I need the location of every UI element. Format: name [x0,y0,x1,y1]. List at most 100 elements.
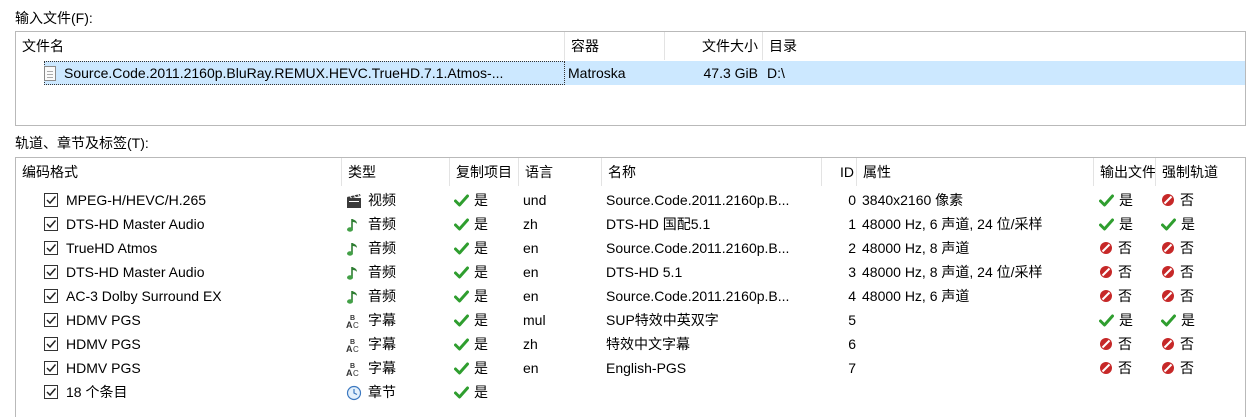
track-row[interactable]: MPEG-H/HEVC/H.265 视频 是 und Source.Code.2011.… [16,188,1245,212]
track-checkbox[interactable] [44,385,58,400]
track-type: 音频 [368,216,396,232]
track-name: Source.Code.2011.2160p.B... [606,192,790,208]
track-forced: 否 [1180,336,1194,352]
input-files-header: 文件名 容器 文件大小 目录 [16,32,1245,60]
track-forced-cell: 是 [1161,308,1245,332]
track-checkbox[interactable] [44,313,58,328]
track-codec: AC-3 Dolby Surround EX [66,288,222,304]
no-entry-icon [1161,241,1180,255]
column-header-type[interactable]: 类型 [342,158,450,186]
track-default: 是 [1119,216,1133,232]
track-type-cell: B A C 字幕 [346,356,450,380]
check-yes-icon [454,194,474,207]
no-entry-icon [1099,265,1118,279]
column-header-forced[interactable]: 强制轨道 [1156,158,1245,186]
track-id: 1 [848,216,856,232]
track-codec: DTS-HD Master Audio [66,264,205,280]
track-row[interactable]: AC-3 Dolby Surround EX 音频 是 en Source.Code.2… [16,284,1245,308]
column-header-directory[interactable]: 目录 [763,32,1245,60]
track-checkbox[interactable] [44,241,58,256]
track-forced: 是 [1181,216,1195,232]
track-default: 否 [1118,336,1132,352]
file-size: 47.3 GiB [703,65,758,81]
track-id: 0 [848,192,856,208]
subtitle-icon: BAC [346,312,362,330]
track-row[interactable]: HDMV PGS B A C 字幕 是 zh 特效中文字幕 6 否 否 [16,332,1245,356]
track-name: English-PGS [606,360,687,376]
svg-text:C: C [353,369,359,377]
track-default-cell: 否 [1099,260,1156,284]
column-header-codec[interactable]: 编码格式 [16,158,342,186]
file-row[interactable]: Source.Code.2011.2160p.BluRay.REMUX.HEVC… [44,61,1245,85]
track-type: 字幕 [368,312,396,328]
track-default-cell: 否 [1099,332,1156,356]
track-forced-cell: 是 [1161,212,1245,236]
track-copy-cell: 是 [454,332,519,356]
track-type: 字幕 [368,360,396,376]
track-copy: 是 [474,336,488,352]
track-properties: 3840x2160 像素 [862,192,964,208]
track-checkbox[interactable] [44,217,58,232]
track-checkbox[interactable] [44,361,58,376]
column-header-id[interactable]: ID [822,158,857,186]
track-properties [862,380,1094,404]
track-language: und [523,192,547,208]
audio-icon [346,264,362,280]
track-default-cell [1099,380,1156,404]
track-row[interactable]: DTS-HD Master Audio 音频 是 zh DTS-HD 国配5.1 1 480… [16,212,1245,236]
svg-text:A: A [346,344,353,353]
column-header-language[interactable]: 语言 [519,158,602,186]
track-copy: 是 [474,216,488,232]
input-files-list[interactable]: 文件名 容器 文件大小 目录 Source.Code.2011.2160p.Bl… [15,31,1246,126]
column-header-filename[interactable]: 文件名 [16,32,565,60]
no-entry-icon [1161,265,1180,279]
check-yes-icon [1161,314,1181,327]
track-checkbox[interactable] [44,337,58,352]
input-files-label: 输入文件(F): [15,10,93,26]
track-properties: 48000 Hz, 8 声道 [862,240,970,256]
column-header-default[interactable]: 输出文件 [1094,158,1156,186]
track-row[interactable]: HDMV PGS B A C 字幕 是 mul SUP特效中英双字 5 是 是 [16,308,1245,332]
column-header-filesize[interactable]: 文件大小 [665,32,763,60]
chapter-icon [346,384,362,401]
tracks-list[interactable]: 编码格式 类型 复制项目 语言 名称 ID 属性 输出文件 强制轨道 MPEG-… [15,157,1246,417]
track-copy: 是 [474,192,488,208]
track-name: DTS-HD 国配5.1 [606,216,711,232]
track-copy: 是 [474,240,488,256]
track-copy: 是 [474,288,488,304]
track-copy-cell: 是 [454,212,519,236]
track-codec-cell: MPEG-H/HEVC/H.265 [44,188,342,212]
track-copy: 是 [474,360,488,376]
track-codec-cell: TrueHD Atmos [44,236,342,260]
column-header-container[interactable]: 容器 [565,32,665,60]
column-header-name[interactable]: 名称 [602,158,822,186]
track-row[interactable]: DTS-HD Master Audio 音频 是 en DTS-HD 5.1 3 48000… [16,260,1245,284]
track-codec: HDMV PGS [66,336,141,352]
track-codec: DTS-HD Master Audio [66,216,205,232]
track-default: 是 [1119,312,1133,328]
track-default-cell: 是 [1099,308,1156,332]
track-codec-cell: DTS-HD Master Audio [44,260,342,284]
track-forced: 是 [1181,312,1195,328]
track-copy: 是 [474,264,488,280]
track-default-cell: 否 [1099,236,1156,260]
track-name: SUP特效中英双字 [606,312,719,328]
subtitle-icon: BAC [346,336,362,354]
column-header-properties[interactable]: 属性 [857,158,1094,186]
track-checkbox[interactable] [44,193,58,208]
track-checkbox[interactable] [44,265,58,280]
track-row[interactable]: HDMV PGS B A C 字幕 是 en English-PGS 7 否 否 [16,356,1245,380]
track-id: 3 [848,264,856,280]
file-name-cell: Source.Code.2011.2160p.BluRay.REMUX.HEVC… [44,61,565,85]
track-row[interactable]: 18 个条目 章节 是 [16,380,1245,404]
track-checkbox[interactable] [44,289,58,304]
track-properties: 48000 Hz, 8 声道, 24 位/采样 [862,264,1043,280]
column-header-copy[interactable]: 复制项目 [450,158,519,186]
check-yes-icon [454,218,474,231]
track-language: en [523,240,539,256]
no-entry-icon [1161,193,1180,207]
track-language: mul [523,312,546,328]
track-row[interactable]: TrueHD Atmos 音频 是 en Source.Code.2011.2160p.… [16,236,1245,260]
track-name: DTS-HD 5.1 [606,264,683,280]
track-forced-cell: 否 [1161,356,1245,380]
